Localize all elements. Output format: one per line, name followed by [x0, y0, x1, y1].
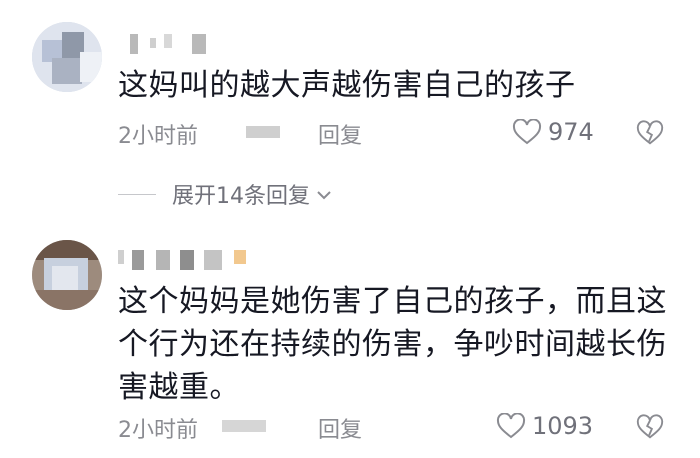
comment-meta: 2小时前 回复 1093 — [118, 412, 678, 444]
expand-replies-label: 展开14条回复 — [172, 184, 310, 209]
avatar[interactable] — [32, 22, 102, 92]
like-count: 1093 — [532, 412, 594, 440]
divider-line — [118, 193, 156, 195]
username-blurred[interactable] — [130, 34, 230, 56]
comment-meta: 2小时前 回复 974 — [118, 118, 678, 150]
expand-replies-button[interactable]: 展开14条回复 — [118, 178, 332, 210]
location-blurred — [222, 420, 266, 432]
comment-text: 这妈叫的越大声越伤害自己的孩子 — [118, 68, 576, 103]
reply-button[interactable]: 回复 — [318, 118, 362, 150]
username-blurred[interactable] — [118, 250, 258, 272]
broken-heart-icon — [636, 120, 664, 145]
like-button[interactable]: 1093 — [496, 412, 593, 440]
timestamp: 2小时前 — [118, 124, 198, 149]
avatar[interactable] — [32, 240, 102, 310]
broken-heart-icon — [636, 414, 664, 439]
like-button[interactable]: 974 — [512, 118, 594, 146]
reply-button[interactable]: 回复 — [318, 412, 362, 444]
timestamp: 2小时前 — [118, 418, 198, 443]
like-count: 974 — [548, 118, 594, 146]
heart-outline-icon — [512, 119, 542, 145]
comment-2: 这个妈妈是她伤害了自己的孩子，而且这个行为还在持续的伤害，争吵时间越长伤害越重。… — [0, 210, 700, 458]
dislike-button[interactable] — [636, 414, 664, 440]
comment-text: 这个妈妈是她伤害了自己的孩子，而且这个行为还在持续的伤害，争吵时间越长伤害越重。 — [118, 284, 667, 405]
dislike-button[interactable] — [636, 120, 664, 146]
comment-1: 这妈叫的越大声越伤害自己的孩子 2小时前 回复 974 展开14条回复 — [0, 0, 700, 210]
heart-outline-icon — [496, 413, 526, 439]
location-blurred — [246, 126, 280, 138]
chevron-down-icon — [316, 182, 332, 207]
